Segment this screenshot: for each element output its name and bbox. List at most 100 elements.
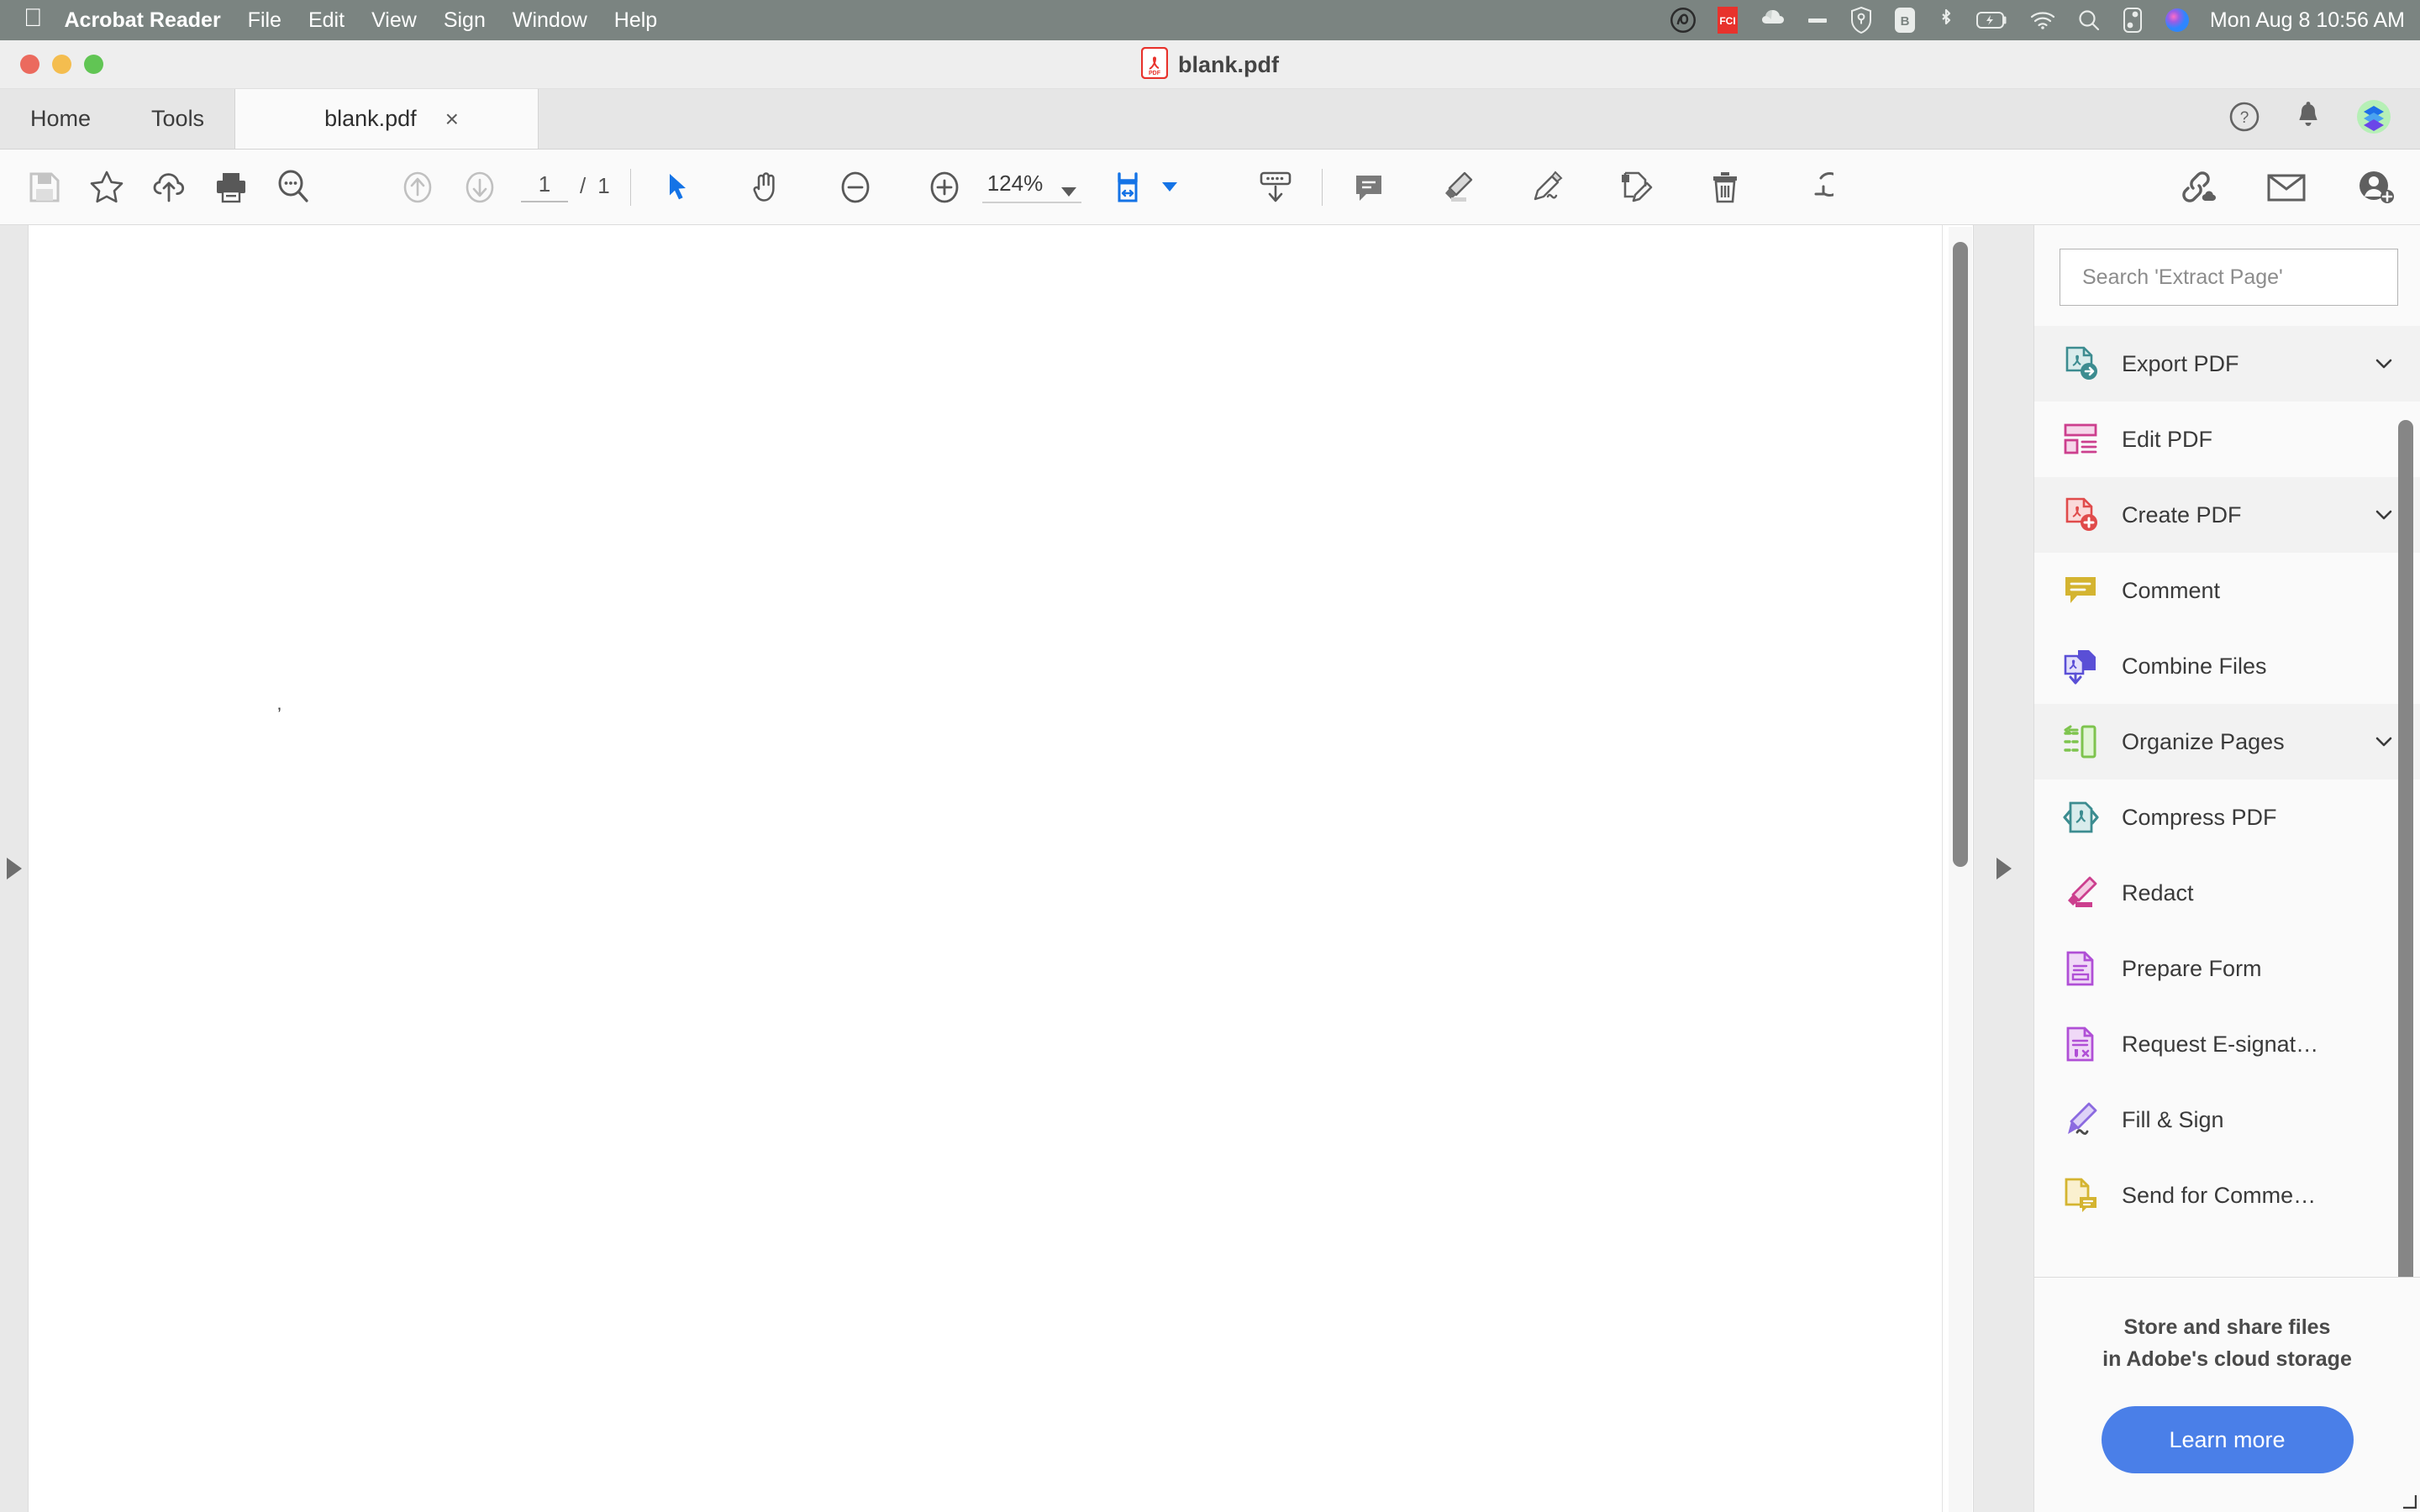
sidebar-item-prepare-form[interactable]: Prepare Form [2034,931,2420,1006]
sidebar-item-label: Request E-signat… [2122,1031,2319,1057]
menu-item-sign[interactable]: Sign [444,8,486,33]
help-circle-icon[interactable]: ? [2228,101,2260,137]
scroll-mode-icon[interactable] [1249,161,1302,213]
fci-badge-icon[interactable]: FCI [1717,7,1738,34]
sidebar-scrollbar-thumb[interactable] [2398,420,2413,1277]
document-tabs: blank.pdf × [234,89,539,149]
sidebar-scrollbar[interactable] [2398,420,2413,1277]
chevron-down-icon[interactable] [2373,353,2395,375]
zoom-level-selector[interactable]: 124% [981,171,1082,203]
email-icon[interactable] [2260,161,2312,213]
tools-search-input[interactable]: Search 'Extract Page' [2060,249,2398,306]
learn-more-button[interactable]: Learn more [2101,1406,2354,1473]
page-number-input[interactable]: 1 [521,171,568,202]
sidebar-item-edit-pdf[interactable]: Edit PDF [2034,402,2420,477]
zoom-out-icon[interactable] [829,161,881,213]
toolbar-divider-1 [629,168,631,206]
apple-logo-icon[interactable]:  [24,6,43,31]
close-icon[interactable]: × [445,106,459,133]
window-title-center: PDF blank.pdf [0,40,2420,89]
tools-sidebar: Search 'Extract Page' Export PDF Edit PD… [2033,225,2420,1512]
chevron-right-triangle-icon[interactable] [6,858,22,879]
rotate-icon[interactable] [1788,161,1840,213]
right-panel-expander[interactable] [1973,225,2033,1512]
spotlight-search-icon[interactable] [2077,8,2101,32]
resize-grip-icon[interactable] [2398,1490,2417,1509]
share-link-icon[interactable] [2171,161,2223,213]
comment-icon[interactable] [1343,161,1395,213]
siri-icon[interactable] [2165,8,2190,33]
menu-status-icons: FCI B [1670,7,2190,34]
zoom-in-icon[interactable] [918,161,971,213]
close-window-button[interactable] [20,55,39,74]
fill-sign-icon [2061,1100,2100,1139]
pdf-page[interactable]: ’ [29,225,1943,1512]
add-person-icon[interactable] [2349,161,2402,213]
sidebar-item-organize-pages[interactable]: Organize Pages [2034,704,2420,780]
minimize-window-button[interactable] [52,55,71,74]
fit-page-chevron-down-icon[interactable] [1162,182,1178,192]
sidebar-item-request-esignature[interactable]: Request E-signat… [2034,1006,2420,1082]
creative-cloud-icon[interactable] [1670,8,1696,33]
sidebar-item-send-for-comments[interactable]: Send for Comme… [2034,1158,2420,1233]
menu-item-help[interactable]: Help [614,8,657,33]
redact-icon [2061,874,2100,912]
dropbox-cloud-icon[interactable] [1760,8,1785,32]
page-down-icon[interactable] [454,161,506,213]
macos-menu-bar:  Acrobat Reader File Edit View Sign Win… [0,0,2420,40]
wifi-icon[interactable] [2030,10,2055,30]
fit-page-icon[interactable] [1103,161,1155,213]
delete-icon[interactable] [1699,161,1751,213]
minus-icon[interactable] [1807,16,1828,24]
menu-clock[interactable]: Mon Aug 8 10:56 AM [2210,8,2405,33]
star-icon[interactable] [81,161,133,213]
save-icon[interactable] [18,161,71,213]
sidebar-item-comment[interactable]: Comment [2034,553,2420,628]
sidebar-item-compress-pdf[interactable]: Compress PDF [2034,780,2420,855]
toolbar-divider-2 [1322,168,1323,206]
menu-item-edit[interactable]: Edit [308,8,345,33]
bo-app-icon[interactable]: B [1894,7,1916,34]
chevron-down-icon[interactable] [2373,731,2395,753]
sidebar-item-label: Comment [2122,577,2221,603]
battery-charging-icon[interactable] [1975,10,2008,30]
search-icon[interactable] [267,161,319,213]
document-scrollbar-thumb[interactable] [1953,242,1968,867]
sidebar-item-label: Compress PDF [2122,804,2277,830]
sidebar-item-redact[interactable]: Redact [2034,855,2420,931]
tab-home[interactable]: Home [0,89,121,149]
menu-item-view[interactable]: View [371,8,417,33]
avatar[interactable] [2356,99,2391,139]
tab-tools[interactable]: Tools [121,89,234,149]
select-tool-icon[interactable] [651,161,703,213]
left-panel-expander[interactable] [0,225,29,1512]
control-center-icon[interactable] [2123,7,2143,34]
sidebar-item-combine-files[interactable]: Combine Files [2034,628,2420,704]
chevron-down-icon[interactable] [1061,187,1077,197]
svg-text:FCI: FCI [1719,15,1735,27]
chevron-down-icon[interactable] [2373,504,2395,526]
hand-tool-icon[interactable] [740,161,792,213]
maximize-window-button[interactable] [84,55,103,74]
chevron-right-triangle-icon[interactable] [1996,858,2012,879]
page-up-icon[interactable] [392,161,444,213]
shield-link-icon[interactable] [1850,7,1872,34]
sidebar-item-export-pdf[interactable]: Export PDF [2034,326,2420,402]
menu-item-file[interactable]: File [248,8,281,33]
document-scrollbar[interactable] [1949,227,1972,1512]
svg-text:?: ? [2240,109,2249,127]
cloud-upload-icon[interactable] [143,161,195,213]
menu-item-window[interactable]: Window [513,8,587,33]
print-icon[interactable] [205,161,257,213]
highlighter-icon[interactable] [1432,161,1484,213]
sign-pen-icon[interactable] [1521,161,1573,213]
fill-sign-icon[interactable] [1610,161,1662,213]
send-for-comments-icon [2061,1176,2100,1215]
menu-app-name[interactable]: Acrobat Reader [65,8,221,33]
bell-icon[interactable] [2294,101,2323,137]
sidebar-item-fill-and-sign[interactable]: Fill & Sign [2034,1082,2420,1158]
tools-search-wrapper: Search 'Extract Page' [2034,225,2420,321]
bluetooth-icon[interactable] [1938,7,1954,34]
sidebar-item-create-pdf[interactable]: Create PDF [2034,477,2420,553]
document-tab-blank-pdf[interactable]: blank.pdf × [234,89,539,149]
